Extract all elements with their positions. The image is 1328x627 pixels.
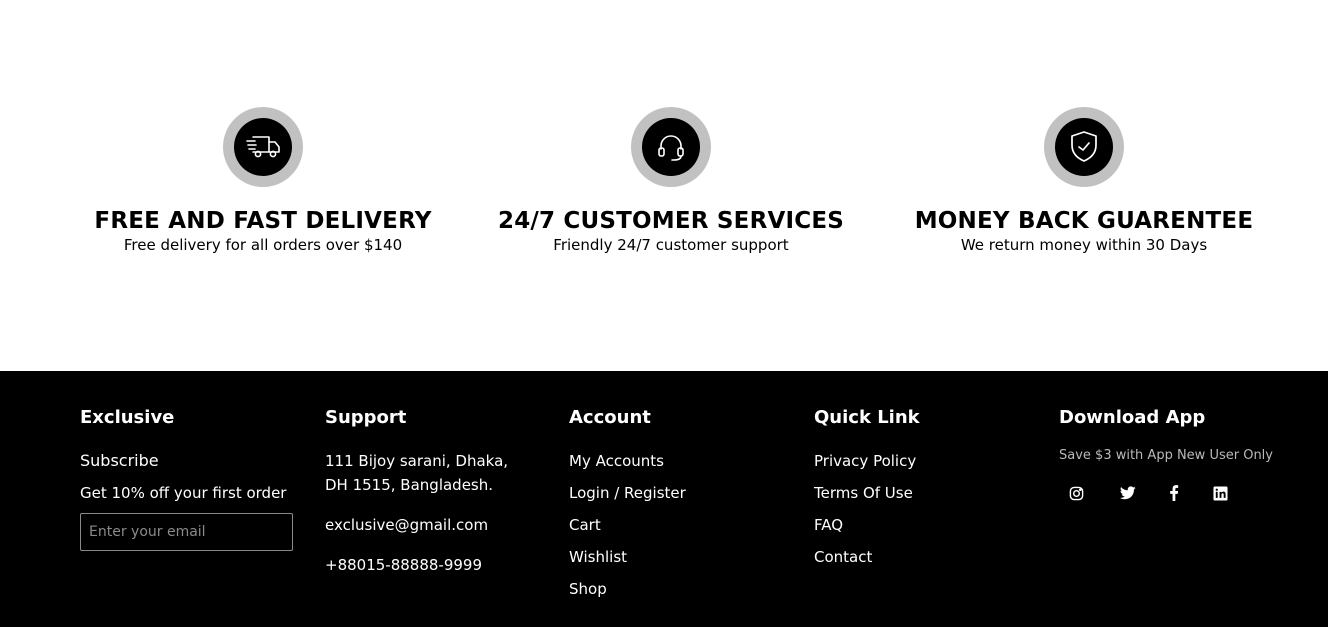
link-faq[interactable]: FAQ [814, 513, 1034, 537]
service-title: MONEY BACK GUARENTEE [914, 208, 1254, 234]
support-phone[interactable]: +88015-88888-9999 [325, 553, 545, 577]
service-title: 24/7 CUSTOMER SERVICES [498, 208, 844, 234]
link-wishlist[interactable]: Wishlist [569, 545, 789, 569]
footer-col-exclusive: Exclusive Subscribe Get 10% off your fir… [80, 407, 300, 551]
instagram-icon[interactable] [1059, 481, 1105, 505]
link-contact[interactable]: Contact [814, 545, 1034, 569]
support-address: 111 Bijoy sarani, Dhaka, DH 1515, Bangla… [325, 452, 509, 494]
services-section: FREE AND FAST DELIVERY Free delivery for… [0, 0, 1328, 371]
offer-text: Get 10% off your first order [80, 484, 287, 502]
footer-heading: Download App [1059, 407, 1206, 428]
headset-icon [642, 118, 700, 176]
service-description: Free delivery for all orders over $140 [123, 236, 403, 254]
shield-check-icon [1055, 118, 1113, 176]
email-input[interactable] [80, 513, 293, 551]
app-promo-note: Save $3 with App New User Only [1059, 448, 1273, 463]
twitter-icon[interactable] [1105, 481, 1151, 505]
link-login-register[interactable]: Login / Register [569, 481, 789, 505]
service-description: Friendly 24/7 customer support [553, 236, 789, 254]
footer-heading: Quick Link [814, 407, 920, 428]
facebook-icon[interactable] [1151, 481, 1197, 505]
link-shop[interactable]: Shop [569, 577, 789, 601]
link-my-accounts[interactable]: My Accounts [569, 449, 789, 473]
support-email[interactable]: exclusive@gmail.com [325, 513, 545, 537]
footer: Exclusive Subscribe Get 10% off your fir… [0, 371, 1328, 627]
footer-col-support: Support 111 Bijoy sarani, Dhaka, DH 1515… [325, 407, 545, 585]
footer-heading: Exclusive [80, 407, 175, 428]
service-money-back: MONEY BACK GUARENTEE We return money wit… [874, 107, 1294, 255]
service-delivery: FREE AND FAST DELIVERY Free delivery for… [53, 107, 473, 255]
footer-col-quick-link: Quick Link Privacy Policy Terms Of Use F… [814, 407, 1034, 577]
footer-col-download-app: Download App Save $3 with App New User O… [1059, 407, 1299, 505]
footer-col-account: Account My Accounts Login / Register Car… [569, 407, 789, 609]
footer-heading: Account [569, 407, 651, 428]
service-customer-support: 24/7 CUSTOMER SERVICES Friendly 24/7 cus… [461, 107, 881, 255]
link-privacy-policy[interactable]: Privacy Policy [814, 449, 1034, 473]
service-icon-ring [1044, 107, 1124, 187]
link-terms-of-use[interactable]: Terms Of Use [814, 481, 1034, 505]
linkedin-icon[interactable] [1197, 481, 1243, 505]
service-icon-ring [223, 107, 303, 187]
service-icon-ring [631, 107, 711, 187]
social-links [1059, 481, 1299, 505]
subscribe-label: Subscribe [80, 451, 159, 470]
footer-heading: Support [325, 407, 407, 428]
service-title: FREE AND FAST DELIVERY [94, 208, 432, 234]
service-description: We return money within 30 Days [960, 236, 1208, 254]
link-cart[interactable]: Cart [569, 513, 789, 537]
delivery-truck-icon [234, 118, 292, 176]
